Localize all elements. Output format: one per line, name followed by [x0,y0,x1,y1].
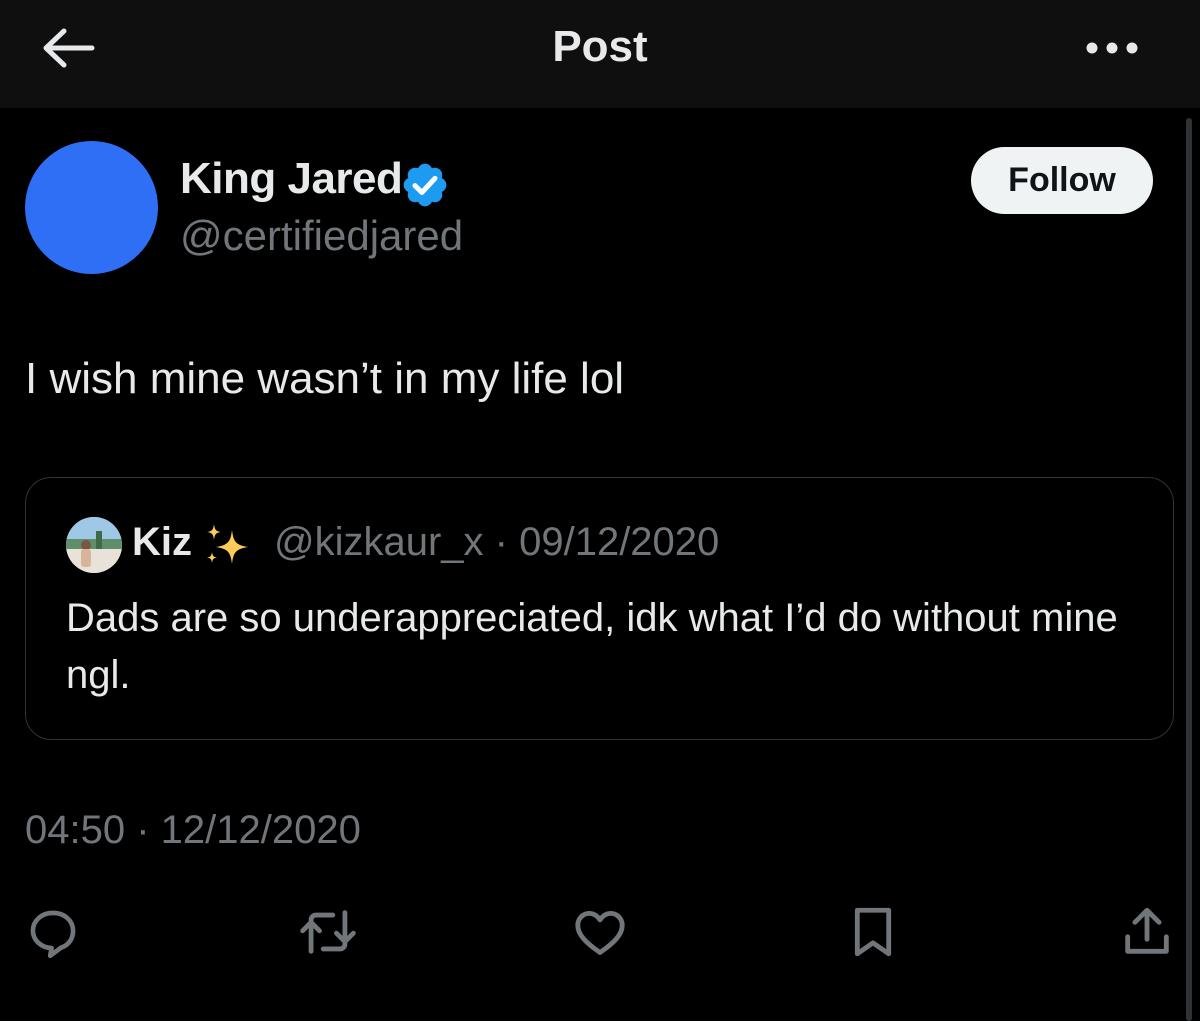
bookmark-icon [854,907,892,957]
verified-badge-icon [403,163,447,207]
quoted-author-avatar[interactable] [66,517,122,573]
quoted-post-card[interactable]: Kiz @kizkaur_x · 09/12/2020 Dads are so … [25,477,1174,740]
like-button[interactable] [570,902,630,962]
avatar-photo-icon [66,517,122,573]
repost-icon [300,910,356,954]
repost-button[interactable] [298,902,358,962]
quoted-post-meta: @kizkaur_x · 09/12/2020 [274,520,720,564]
share-button[interactable] [1117,902,1177,962]
reply-button[interactable] [23,902,83,962]
bookmark-button[interactable] [843,902,903,962]
reply-icon [30,910,76,959]
quoted-author-name: Kiz [132,520,192,564]
author-avatar[interactable] [25,141,158,274]
author-handle[interactable]: @certifiedjared [180,212,463,260]
scrollbar[interactable] [1186,118,1192,1021]
like-icon [575,910,625,955]
share-icon [1125,907,1169,954]
follow-button[interactable]: Follow [971,147,1153,214]
author-display-name[interactable]: King Jared [180,154,403,204]
page-title: Post [552,22,648,71]
post-timestamp[interactable]: 04:50 · 12/12/2020 [25,808,361,853]
top-bar: Post [0,0,1200,108]
quoted-post-text: Dads are so underappreciated, idk what I… [66,596,1118,697]
post-text: I wish mine wasn’t in my life lol [25,354,625,403]
more-horizontal-icon [1086,42,1138,54]
more-options-button[interactable] [1080,28,1144,68]
sparkles-icon [207,524,248,564]
